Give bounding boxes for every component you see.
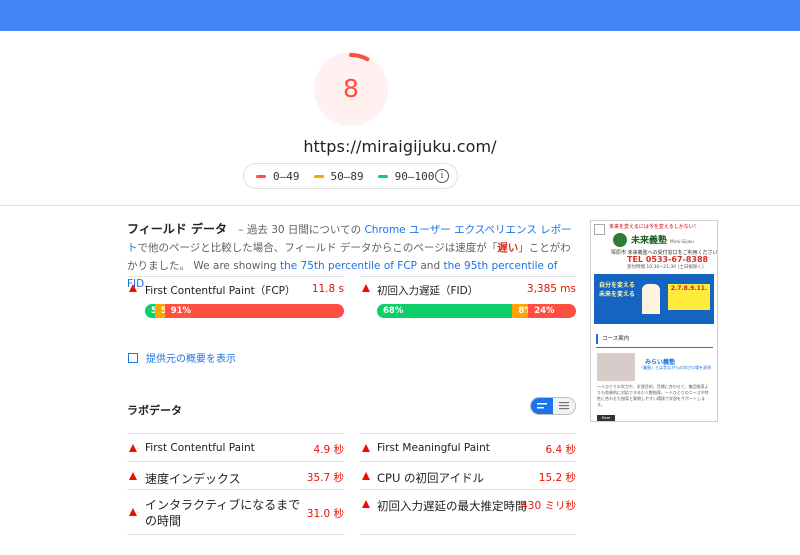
fail-triangle-icon (129, 284, 137, 292)
thumb-brand-en: Mirai Gijuku (670, 239, 694, 244)
info-icon[interactable]: i (435, 169, 449, 183)
lab-metric-label: 速度インデックス (145, 472, 241, 486)
metric-divider (360, 461, 576, 462)
legend-item-average: 50–89 (313, 169, 364, 183)
legend-label: 50–89 (330, 169, 364, 183)
metric-divider (360, 276, 576, 277)
fast-segment: 68% (377, 304, 513, 318)
thumb-tel: TEL 0533-67-8388 (627, 255, 709, 264)
thumb-more-button: More (597, 415, 615, 421)
site-logo-icon (613, 233, 627, 247)
lab-metric-value: 4.9 秒 (313, 444, 344, 456)
lab-metric-value: 31.0 秒 (306, 508, 344, 520)
metric-divider (127, 534, 345, 535)
lab-metric-value: 430 ミリ秒 (521, 500, 576, 512)
page-screenshot-thumbnail: 未来を変えるには今を変えるしかない！ 未来義塾 Mirai Gijuku 塚原市… (590, 220, 718, 422)
field-desc-text: and (420, 260, 441, 272)
field-data-title: フィールド データ (127, 222, 227, 236)
legend-label: 0–49 (273, 169, 300, 183)
thumb-brand-name: 未来義塾 (631, 236, 668, 246)
thumb-course-sub: 「義塾」とは昔ながらの学びの場を表現 (639, 365, 711, 370)
tested-url: https://miraigijuku.com/ (303, 137, 497, 156)
metric-divider (127, 461, 345, 462)
thumb-banner-text: 未来を変える (599, 291, 635, 298)
hamburger-menu-icon (594, 224, 605, 235)
thumb-brand: 未来義塾 Mirai Gijuku (631, 233, 694, 246)
fail-triangle-icon (362, 284, 370, 292)
origin-summary-toggle[interactable]: 提供元の概要を表示 (128, 350, 236, 365)
compact-view-button[interactable] (531, 398, 553, 414)
metric-divider (127, 489, 345, 490)
field-desc-text: – 過去 30 日間についての (238, 224, 362, 236)
fid-field-value: 3,385 ms (526, 283, 576, 295)
thumb-dates: 2.7.8.9.11. (668, 284, 710, 310)
thumb-course-text: 一人ひとりの学力や、学習目的、目標に合わせて、集団指導よりも効果的に対応できる少… (597, 384, 709, 407)
lab-metric-value: 35.7 秒 (306, 472, 344, 484)
legend-item-fail: 0–49 (256, 170, 300, 183)
fail-triangle-icon (362, 472, 370, 480)
fail-triangle-icon (129, 472, 137, 480)
lab-metric-value: 15.2 秒 (538, 472, 576, 484)
fail-triangle-icon (129, 508, 137, 516)
fcp-distribution-bar: 5%5%91% (145, 304, 344, 318)
legend-swatch-red (256, 174, 266, 178)
field-desc-text: で他のページと比較した場合、フィールド データからこのページは速度が「 (137, 242, 498, 254)
legend-swatch-green (377, 174, 388, 178)
expanded-view-button[interactable] (553, 398, 575, 414)
origin-summary-label[interactable]: 提供元の概要を表示 (146, 350, 236, 365)
view-toggle[interactable] (530, 397, 576, 415)
fcp-field-label: First Contentful Paint（FCP） (145, 285, 296, 297)
performance-score-gauge: 8 (314, 52, 388, 126)
average-segment: 8% (512, 304, 529, 318)
fail-triangle-icon (362, 500, 370, 508)
fail-triangle-icon (362, 444, 370, 452)
metric-divider (360, 534, 576, 535)
thumb-separator (596, 347, 713, 348)
thumb-course-heading: コース案内 (596, 334, 713, 344)
metric-divider (360, 489, 576, 490)
performance-score: 8 (343, 74, 359, 103)
thumb-banner-text: 自分を変える (599, 282, 635, 289)
legend-item-pass: 90–100 (377, 169, 435, 183)
top-app-bar (0, 0, 800, 31)
lab-data-title: ラボデータ (127, 404, 182, 417)
fcp-field-value: 11.8 s (311, 283, 344, 295)
lab-metric-label: First Contentful Paint (145, 442, 255, 454)
slow-segment: 24% (528, 304, 576, 318)
fid-field-label: 初回入力遅延（FID） (377, 285, 479, 297)
average-segment: 5% (154, 304, 165, 318)
thumb-course-image (597, 353, 635, 381)
metric-divider (127, 433, 345, 434)
fail-triangle-icon (129, 444, 137, 452)
metric-divider (127, 276, 345, 277)
list-compact-icon (537, 403, 547, 409)
slow-label: 遅い (497, 242, 519, 254)
fcp-percentile-link[interactable]: the 75th percentile of FCP (280, 260, 417, 272)
legend-swatch-orange (313, 174, 324, 178)
thumb-tagline: 未来を変えるには今を変えるしかない！ (609, 224, 699, 230)
thumb-banner: 自分を変える 未来を変える 2.7.8.9.11. (594, 274, 714, 324)
thumb-person-image (642, 284, 660, 314)
list-expanded-icon (559, 402, 569, 410)
lab-metric-label: CPU の初回アイドル (377, 471, 484, 485)
thumb-hours: 受付時間 10:30~21:30 (土日祝除く) (627, 265, 704, 270)
legend-label: 90–100 (394, 169, 435, 183)
section-divider (0, 205, 800, 206)
score-legend: 0–49 50–89 90–100 i (243, 163, 458, 189)
slow-segment: 91% (164, 304, 344, 318)
fast-segment: 5% (145, 304, 155, 318)
lab-metric-value: 6.4 秒 (545, 444, 576, 456)
metric-divider (360, 433, 576, 434)
lab-metric-label: First Meaningful Paint (377, 442, 490, 454)
fid-distribution-bar: 68%8%24% (377, 304, 576, 318)
checkbox-icon[interactable] (128, 352, 138, 363)
